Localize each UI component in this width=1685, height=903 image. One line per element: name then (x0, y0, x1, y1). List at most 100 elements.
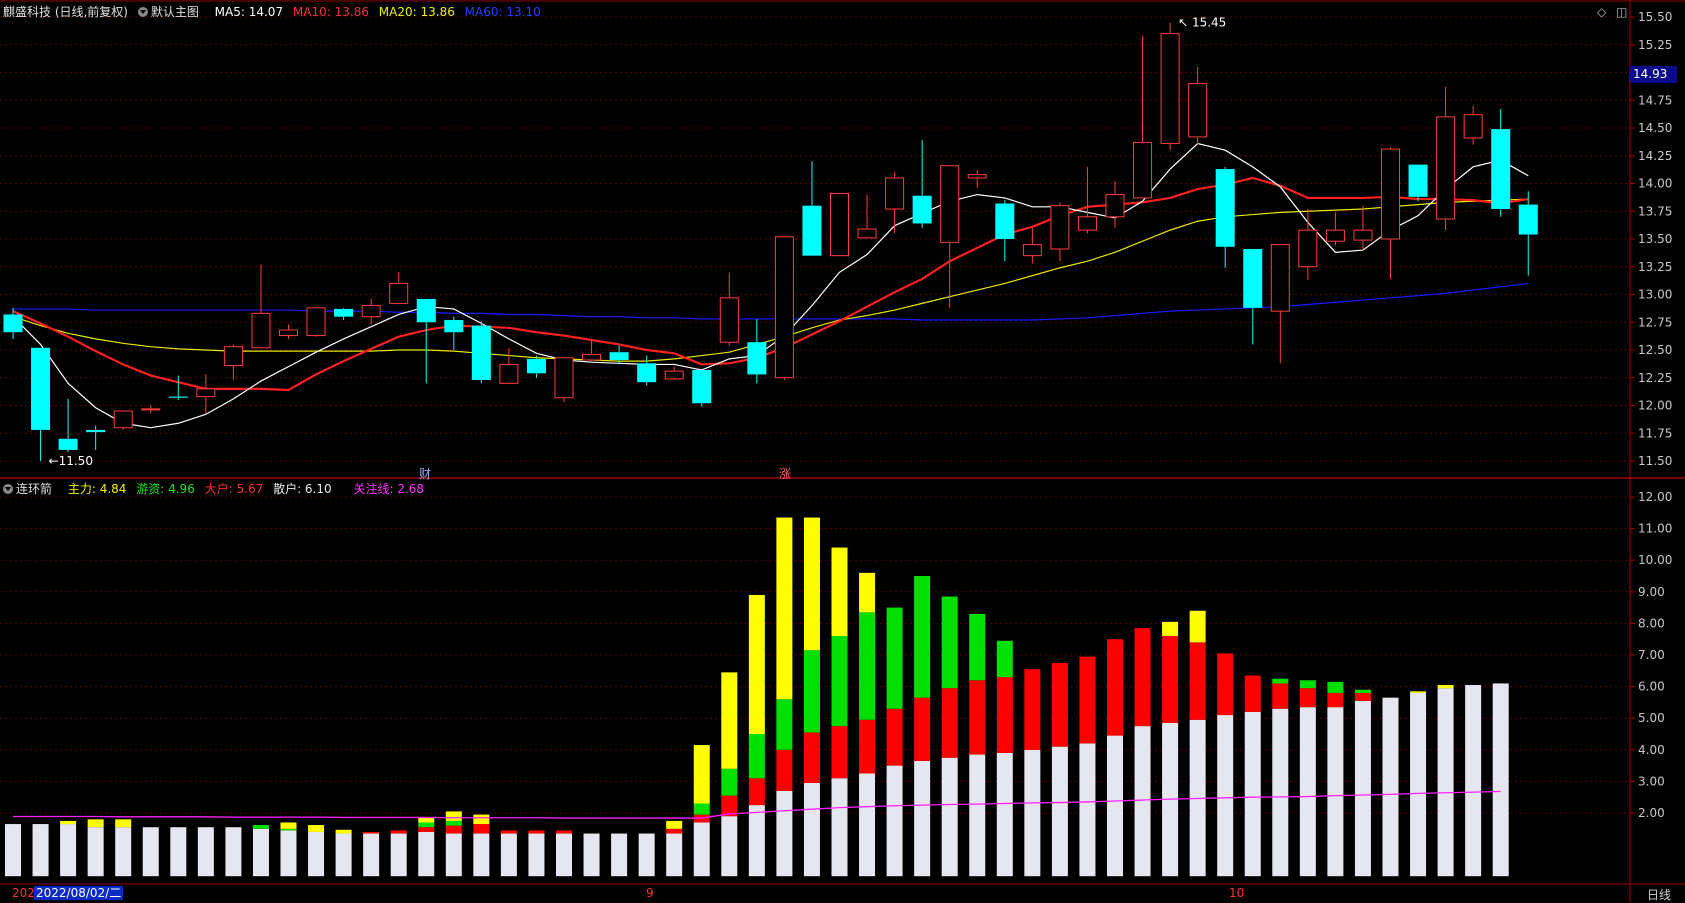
sanhu-segment (556, 833, 572, 877)
sanhu-segment (693, 822, 710, 877)
sanhu-segment (611, 833, 628, 877)
indicator-tick-label: 2.00 (1638, 806, 1665, 820)
dahu-segment (666, 828, 683, 834)
candle-body (609, 352, 629, 360)
youzi-segment (831, 636, 848, 727)
sanhu-segment (1272, 708, 1289, 877)
candle-body (168, 396, 188, 398)
main-chart-selector[interactable]: 默认主图 (137, 5, 205, 19)
candle (885, 172, 905, 234)
chart-canvas[interactable]: 15.5015.2515.0014.7514.5014.2514.0013.75… (0, 0, 1685, 902)
zhuli-segment (693, 745, 710, 804)
candle-body (444, 320, 464, 333)
zhuli-segment (280, 822, 297, 829)
indicator-tick-label: 4.00 (1638, 743, 1665, 757)
zhuli-value: 主力: 4.84 (67, 482, 127, 496)
indicator-bar (1382, 697, 1399, 877)
indicator-bar (1272, 678, 1289, 877)
indicator-bar (390, 830, 407, 877)
indicator-bar (1024, 669, 1041, 877)
finance-marker[interactable]: 财 (419, 465, 431, 482)
indicator-bar (1244, 675, 1261, 877)
indicator-bar (87, 819, 104, 877)
indicator-bar (638, 833, 655, 877)
sanhu-segment (1107, 735, 1123, 877)
candle (1270, 244, 1290, 364)
chevron-down-icon[interactable] (137, 7, 148, 17)
period-label[interactable]: 日线 (1647, 886, 1671, 903)
candle-body (912, 195, 932, 224)
ma5-line (12, 142, 1529, 429)
dahu-segment (528, 830, 545, 834)
indicator-bar (941, 596, 958, 877)
candle-body (279, 329, 298, 337)
candle-body (1215, 169, 1235, 247)
candle-body (692, 369, 712, 404)
sanhu-segment (721, 816, 738, 877)
candle (1436, 86, 1456, 231)
sanhu-segment (1217, 715, 1234, 877)
indicator-bar (803, 517, 820, 877)
candle-body (582, 353, 602, 361)
youzi-segment (859, 612, 876, 720)
dahu-segment (363, 831, 380, 834)
sanhu-segment (115, 827, 132, 877)
zhuli-segment (473, 814, 490, 825)
dahu-segment (1134, 628, 1151, 727)
indicator-bar (1327, 681, 1344, 877)
indicator-bar (969, 613, 986, 877)
candle (196, 374, 216, 414)
ma60-line (13, 282, 1529, 321)
sanhu-segment (142, 827, 159, 877)
plot-area[interactable]: ↖ 15.45 ←11.50 (3, 16, 1538, 877)
chevron-down-icon[interactable] (3, 484, 13, 494)
candle (499, 347, 519, 384)
price-tick-label: 12.50 (1638, 343, 1672, 357)
indicator-bar (611, 833, 628, 877)
indicator-tick-label: 12.00 (1638, 490, 1672, 504)
candle (1298, 209, 1318, 281)
sanhu-segment (1024, 749, 1041, 877)
limit-up-marker[interactable]: 涨 (779, 465, 791, 482)
candle-body (1491, 129, 1511, 210)
candle-body (3, 314, 23, 333)
current-price-badge: 14.93 (1630, 66, 1677, 83)
candle-body (416, 298, 436, 323)
sanhu-segment (969, 754, 986, 877)
candle-body (58, 438, 78, 450)
dahu-segment (390, 830, 407, 834)
indicator-tick-label: 11.00 (1638, 522, 1672, 536)
candle-body (1105, 194, 1125, 218)
candle-body (1381, 148, 1400, 240)
price-tick-label: 12.75 (1638, 315, 1672, 329)
price-tick-label: 15.25 (1638, 38, 1672, 52)
diamond-icon[interactable]: ◇ (1597, 5, 1606, 19)
candle-body (1133, 141, 1153, 199)
indicator-name: 连环箭 (16, 482, 53, 496)
stock-title[interactable]: 麒盛科技 (日线,前复权) (3, 5, 128, 19)
candle (1408, 164, 1428, 202)
sanhu-segment (1410, 692, 1427, 877)
candle (692, 368, 712, 407)
indicator-selector[interactable]: 连环箭 (3, 482, 58, 496)
zhuli-segment (308, 825, 325, 832)
candle-body (1463, 114, 1483, 139)
sanhu-segment (1079, 743, 1096, 877)
candle-body (86, 429, 106, 433)
indicator-bar (418, 817, 435, 877)
dahu-segment (996, 677, 1013, 753)
zhuli-segment (418, 817, 435, 823)
sanhu-segment (363, 833, 380, 877)
candle (168, 375, 188, 400)
indicator-bar (1217, 653, 1234, 877)
candle-body (526, 358, 546, 374)
zhuli-segment (445, 811, 462, 821)
window-icon[interactable]: ◫ (1616, 5, 1627, 19)
dahu-segment (1079, 656, 1096, 744)
indicator-bar (197, 827, 214, 877)
sanhu-segment (859, 773, 876, 877)
youzi-segment (914, 576, 931, 698)
candle (747, 318, 767, 384)
dahu-segment (886, 708, 903, 766)
candle (58, 398, 78, 453)
